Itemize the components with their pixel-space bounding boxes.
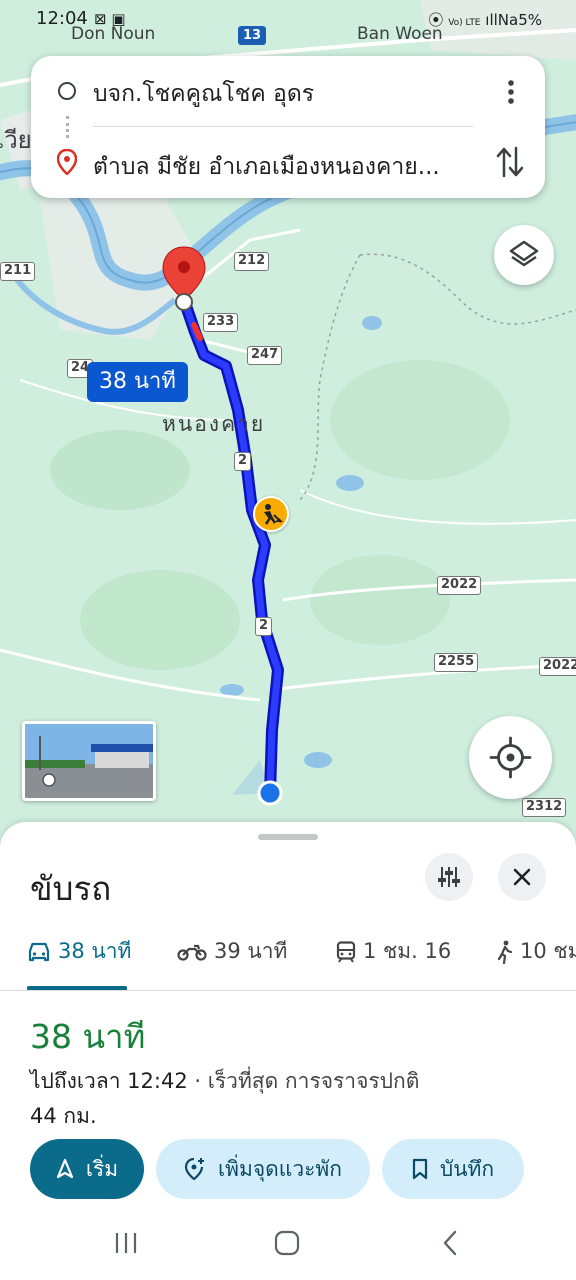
recent-apps-icon[interactable] <box>113 1230 139 1256</box>
road-shield-247: 247 <box>247 346 283 365</box>
carrier-label: Vo) LTE <box>448 18 481 28</box>
home-icon[interactable] <box>274 1230 300 1256</box>
battery-text: ıllNa5% <box>485 11 542 29</box>
add-location-icon <box>184 1157 204 1181</box>
tab-walk-label: 10 ชม <box>520 939 576 963</box>
place-label-vietnam-fragment: เวีย <box>0 126 32 154</box>
back-icon[interactable] <box>438 1230 464 1256</box>
tune-icon <box>438 867 460 887</box>
add-stop-label: เพิ่มจุดแวะพัก <box>218 1156 342 1181</box>
road-shield-233: 233 <box>203 313 239 332</box>
my-location-button[interactable] <box>469 716 552 799</box>
location-icon: ⦿ <box>428 11 444 29</box>
save-route-button[interactable]: บันทึก <box>382 1139 524 1199</box>
transit-icon <box>336 940 356 963</box>
road-shield-2022-west: 2022 <box>437 576 482 595</box>
street-view-thumbnail[interactable] <box>22 721 156 801</box>
status-time: 12:04 <box>36 8 88 29</box>
walk-icon <box>497 940 513 964</box>
route-options-button[interactable] <box>425 853 473 901</box>
sheet-drag-handle[interactable] <box>258 834 318 840</box>
road-work-icon[interactable] <box>253 496 289 532</box>
close-button[interactable] <box>498 853 546 901</box>
status-right: ⦿ Vo) LTE ıllNa5% <box>428 9 542 30</box>
tab-motorcycle[interactable]: 39 นาที <box>177 935 287 968</box>
route-traffic-note: · เร็วที่สุด การจราจรปกติ <box>187 1069 420 1093</box>
status-bar: 12:04 ⊠ ▣ ⦿ Vo) LTE ıllNa5% <box>0 0 576 38</box>
save-label: บันทึก <box>439 1156 495 1181</box>
add-stop-button[interactable]: เพิ่มจุดแวะพัก <box>156 1139 370 1199</box>
route-duration: 38 นาที <box>30 1017 146 1056</box>
origin-input[interactable]: บจก.โชคคูณโชค อุดร <box>93 76 478 112</box>
destination-input[interactable]: ตำบล มีชัย อำเภอเมืองหนองคาย... <box>93 149 478 185</box>
road-shield-2022-east: 2022 <box>539 657 576 676</box>
swap-icon[interactable] <box>495 144 525 180</box>
current-location-dot <box>257 780 283 806</box>
origin-circle-icon <box>58 82 76 100</box>
tab-walk[interactable]: 10 ชม <box>497 935 576 968</box>
dotted-connector <box>66 116 69 138</box>
start-navigation-button[interactable]: เริ่ม <box>30 1139 144 1199</box>
navigation-arrow-icon <box>56 1159 73 1179</box>
road-shield-2-north: 2 <box>234 452 252 471</box>
crosshair-icon <box>489 736 532 779</box>
layers-icon <box>509 240 539 267</box>
tabs-divider <box>0 990 576 991</box>
place-label-nong-khai: หนองคาย <box>162 412 266 436</box>
notification-icons: ⊠ ▣ <box>94 10 126 28</box>
route-duration-chip[interactable]: 38 นาที <box>87 362 188 402</box>
road-shield-212: 212 <box>234 252 270 271</box>
car-icon <box>28 942 50 961</box>
tab-transit[interactable]: 1 ชม. 16 <box>336 935 451 968</box>
arrival-info: ไปถึงเวลา 12:42 · เร็วที่สุด การจราจรปกต… <box>30 1065 419 1098</box>
layers-button[interactable] <box>494 225 554 285</box>
road-shield-211: 211 <box>0 262 36 281</box>
arrival-time: ไปถึงเวลา 12:42 <box>30 1069 188 1093</box>
route-search-card: บจก.โชคคูณโชค อุดร ตำบล มีชัย อำเภอเมือง… <box>31 56 545 198</box>
route-origin-circle <box>175 293 193 311</box>
close-icon <box>513 868 531 886</box>
destination-pin-icon <box>57 149 77 175</box>
travel-mode-title: ขับรถ <box>30 869 112 908</box>
start-label: เริ่ม <box>85 1156 119 1181</box>
bookmark-icon <box>412 1158 427 1180</box>
more-options-icon[interactable] <box>501 78 521 106</box>
road-shield-2-south: 2 <box>255 617 273 636</box>
card-divider <box>93 126 473 127</box>
system-navigation-bar <box>0 1212 576 1280</box>
road-shield-2312: 2312 <box>522 798 567 817</box>
tab-motorcycle-label: 39 นาที <box>214 939 288 963</box>
route-distance: 44 กม. <box>30 1104 97 1128</box>
road-shield-2255: 2255 <box>434 653 479 672</box>
motorcycle-icon <box>177 944 207 961</box>
tab-transit-label: 1 ชม. 16 <box>363 939 452 963</box>
tab-drive[interactable]: 38 นาที <box>27 935 131 968</box>
tab-drive-label: 38 นาที <box>58 939 132 963</box>
